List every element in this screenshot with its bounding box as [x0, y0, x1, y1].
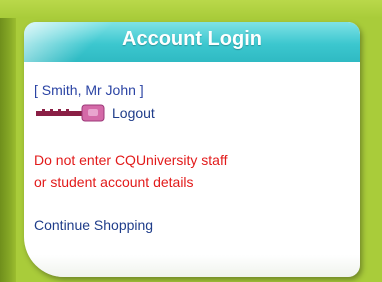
background-olive-strip — [0, 0, 16, 282]
panel-title: Account Login — [122, 28, 262, 50]
account-warning: Do not enter CQUniversity staff or stude… — [34, 149, 227, 193]
panel-header: Account Login — [24, 22, 360, 62]
account-login-panel: Account Login [ Smith, Mr John ] Logout … — [24, 22, 360, 277]
key-icon — [36, 104, 105, 122]
warning-line-2: or student account details — [34, 174, 194, 190]
logout-row[interactable]: Logout — [36, 103, 155, 123]
warning-line-1: Do not enter CQUniversity staff — [34, 152, 228, 168]
background-top-strip — [0, 0, 382, 18]
user-name-label: [ Smith, Mr John ] — [34, 82, 144, 98]
panel-bottom-fade — [24, 255, 360, 277]
logout-link[interactable]: Logout — [112, 105, 155, 121]
continue-shopping-link[interactable]: Continue Shopping — [34, 217, 153, 233]
